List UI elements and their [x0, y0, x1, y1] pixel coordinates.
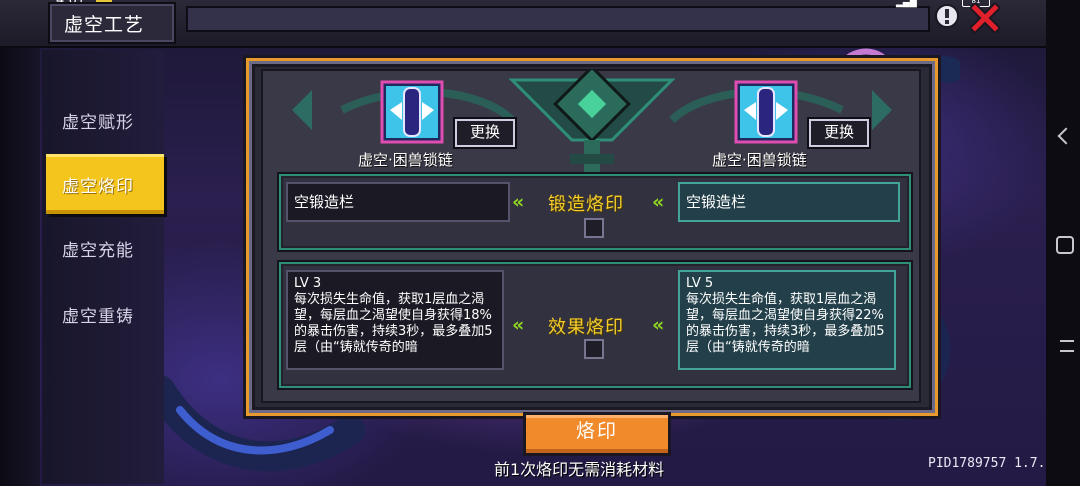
- swap-rune-left-button[interactable]: 更换: [455, 119, 515, 147]
- sidebar-item-void-imprint[interactable]: 虚空烙印: [46, 154, 164, 214]
- close-icon[interactable]: [970, 3, 1000, 33]
- sidebar-item-label: 虚空重铸: [62, 307, 134, 327]
- menu-icon[interactable]: [1060, 340, 1074, 352]
- title-box: 虚空工艺: [48, 2, 176, 44]
- effect-description-left: LV 3 每次损失生命值，获取1层血之渴望，每层血之渴望使自身获得18%的暴击伤…: [286, 270, 504, 370]
- effect-level-left: LV 3: [294, 276, 322, 291]
- sidebar-item-label: 虚空充能: [62, 241, 134, 261]
- signal-icon: ▂▄▆: [896, 0, 917, 8]
- effect-text-right: 每次损失生命值，获取1层血之渴望，每层血之渴望使自身获得22%的暴击伤害，持续3…: [686, 292, 885, 355]
- page-title: 虚空工艺: [64, 14, 145, 36]
- rune-chain-icon[interactable]: [734, 80, 798, 144]
- effect-imprint-label: 效果烙印: [548, 317, 624, 338]
- rune-name-right: 虚空·困兽锁链: [712, 151, 807, 169]
- rune-chain-icon[interactable]: [380, 80, 444, 144]
- sidebar-item-void-shaping[interactable]: 虚空赋形: [42, 90, 164, 150]
- forge-slot-left[interactable]: 空锻造栏: [286, 182, 510, 222]
- screen-edge-left: [0, 0, 40, 486]
- top-bar: 4:01 虚空工艺 ▂▄▆ 81: [0, 0, 1046, 48]
- rune-name-left: 虚空·困兽锁链: [358, 151, 453, 169]
- sidebar-item-label: 虚空赋形: [62, 113, 134, 133]
- info-icon[interactable]: [934, 3, 960, 29]
- effect-level-right: LV 5: [686, 276, 714, 291]
- effect-description-right: LV 5 每次损失生命值，获取1层血之渴望，每层血之渴望使自身获得22%的暴击伤…: [678, 270, 896, 370]
- forge-slot-right[interactable]: 空锻造栏: [678, 182, 900, 222]
- forge-slot-left-text: 空锻造栏: [294, 193, 355, 211]
- effect-imprint-checkbox[interactable]: [584, 339, 604, 359]
- sidebar-item-void-reforge[interactable]: 虚空重铸: [42, 284, 164, 344]
- forge-imprint-checkbox[interactable]: [584, 218, 604, 238]
- back-icon[interactable]: [1057, 127, 1075, 145]
- swap-rune-right-button[interactable]: 更换: [809, 119, 869, 147]
- double-chevron-left-icon: «: [512, 191, 524, 213]
- double-chevron-left-icon: «: [652, 191, 664, 213]
- imprint-button[interactable]: 烙印: [523, 412, 671, 456]
- double-chevron-left-icon: «: [652, 314, 664, 336]
- forge-imprint-label: 锻造烙印: [548, 194, 624, 215]
- effect-text-left: 每次损失生命值，获取1层血之渴望，每层血之渴望使自身获得18%的暴击伤害，持续3…: [294, 292, 493, 355]
- forge-slot-right-text: 空锻造栏: [686, 193, 747, 211]
- imprint-cost-note: 前1次烙印无需消耗材料: [494, 460, 665, 479]
- double-chevron-left-icon: «: [512, 314, 524, 336]
- sidebar-item-void-charge[interactable]: 虚空充能: [42, 218, 164, 278]
- sidebar-item-label: 虚空烙印: [62, 177, 134, 197]
- header-strip: [186, 6, 930, 32]
- system-nav-bar: [1046, 0, 1080, 486]
- home-icon[interactable]: [1056, 236, 1074, 254]
- sidebar: 虚空赋形 虚空烙印 虚空充能 虚空重铸: [42, 50, 164, 484]
